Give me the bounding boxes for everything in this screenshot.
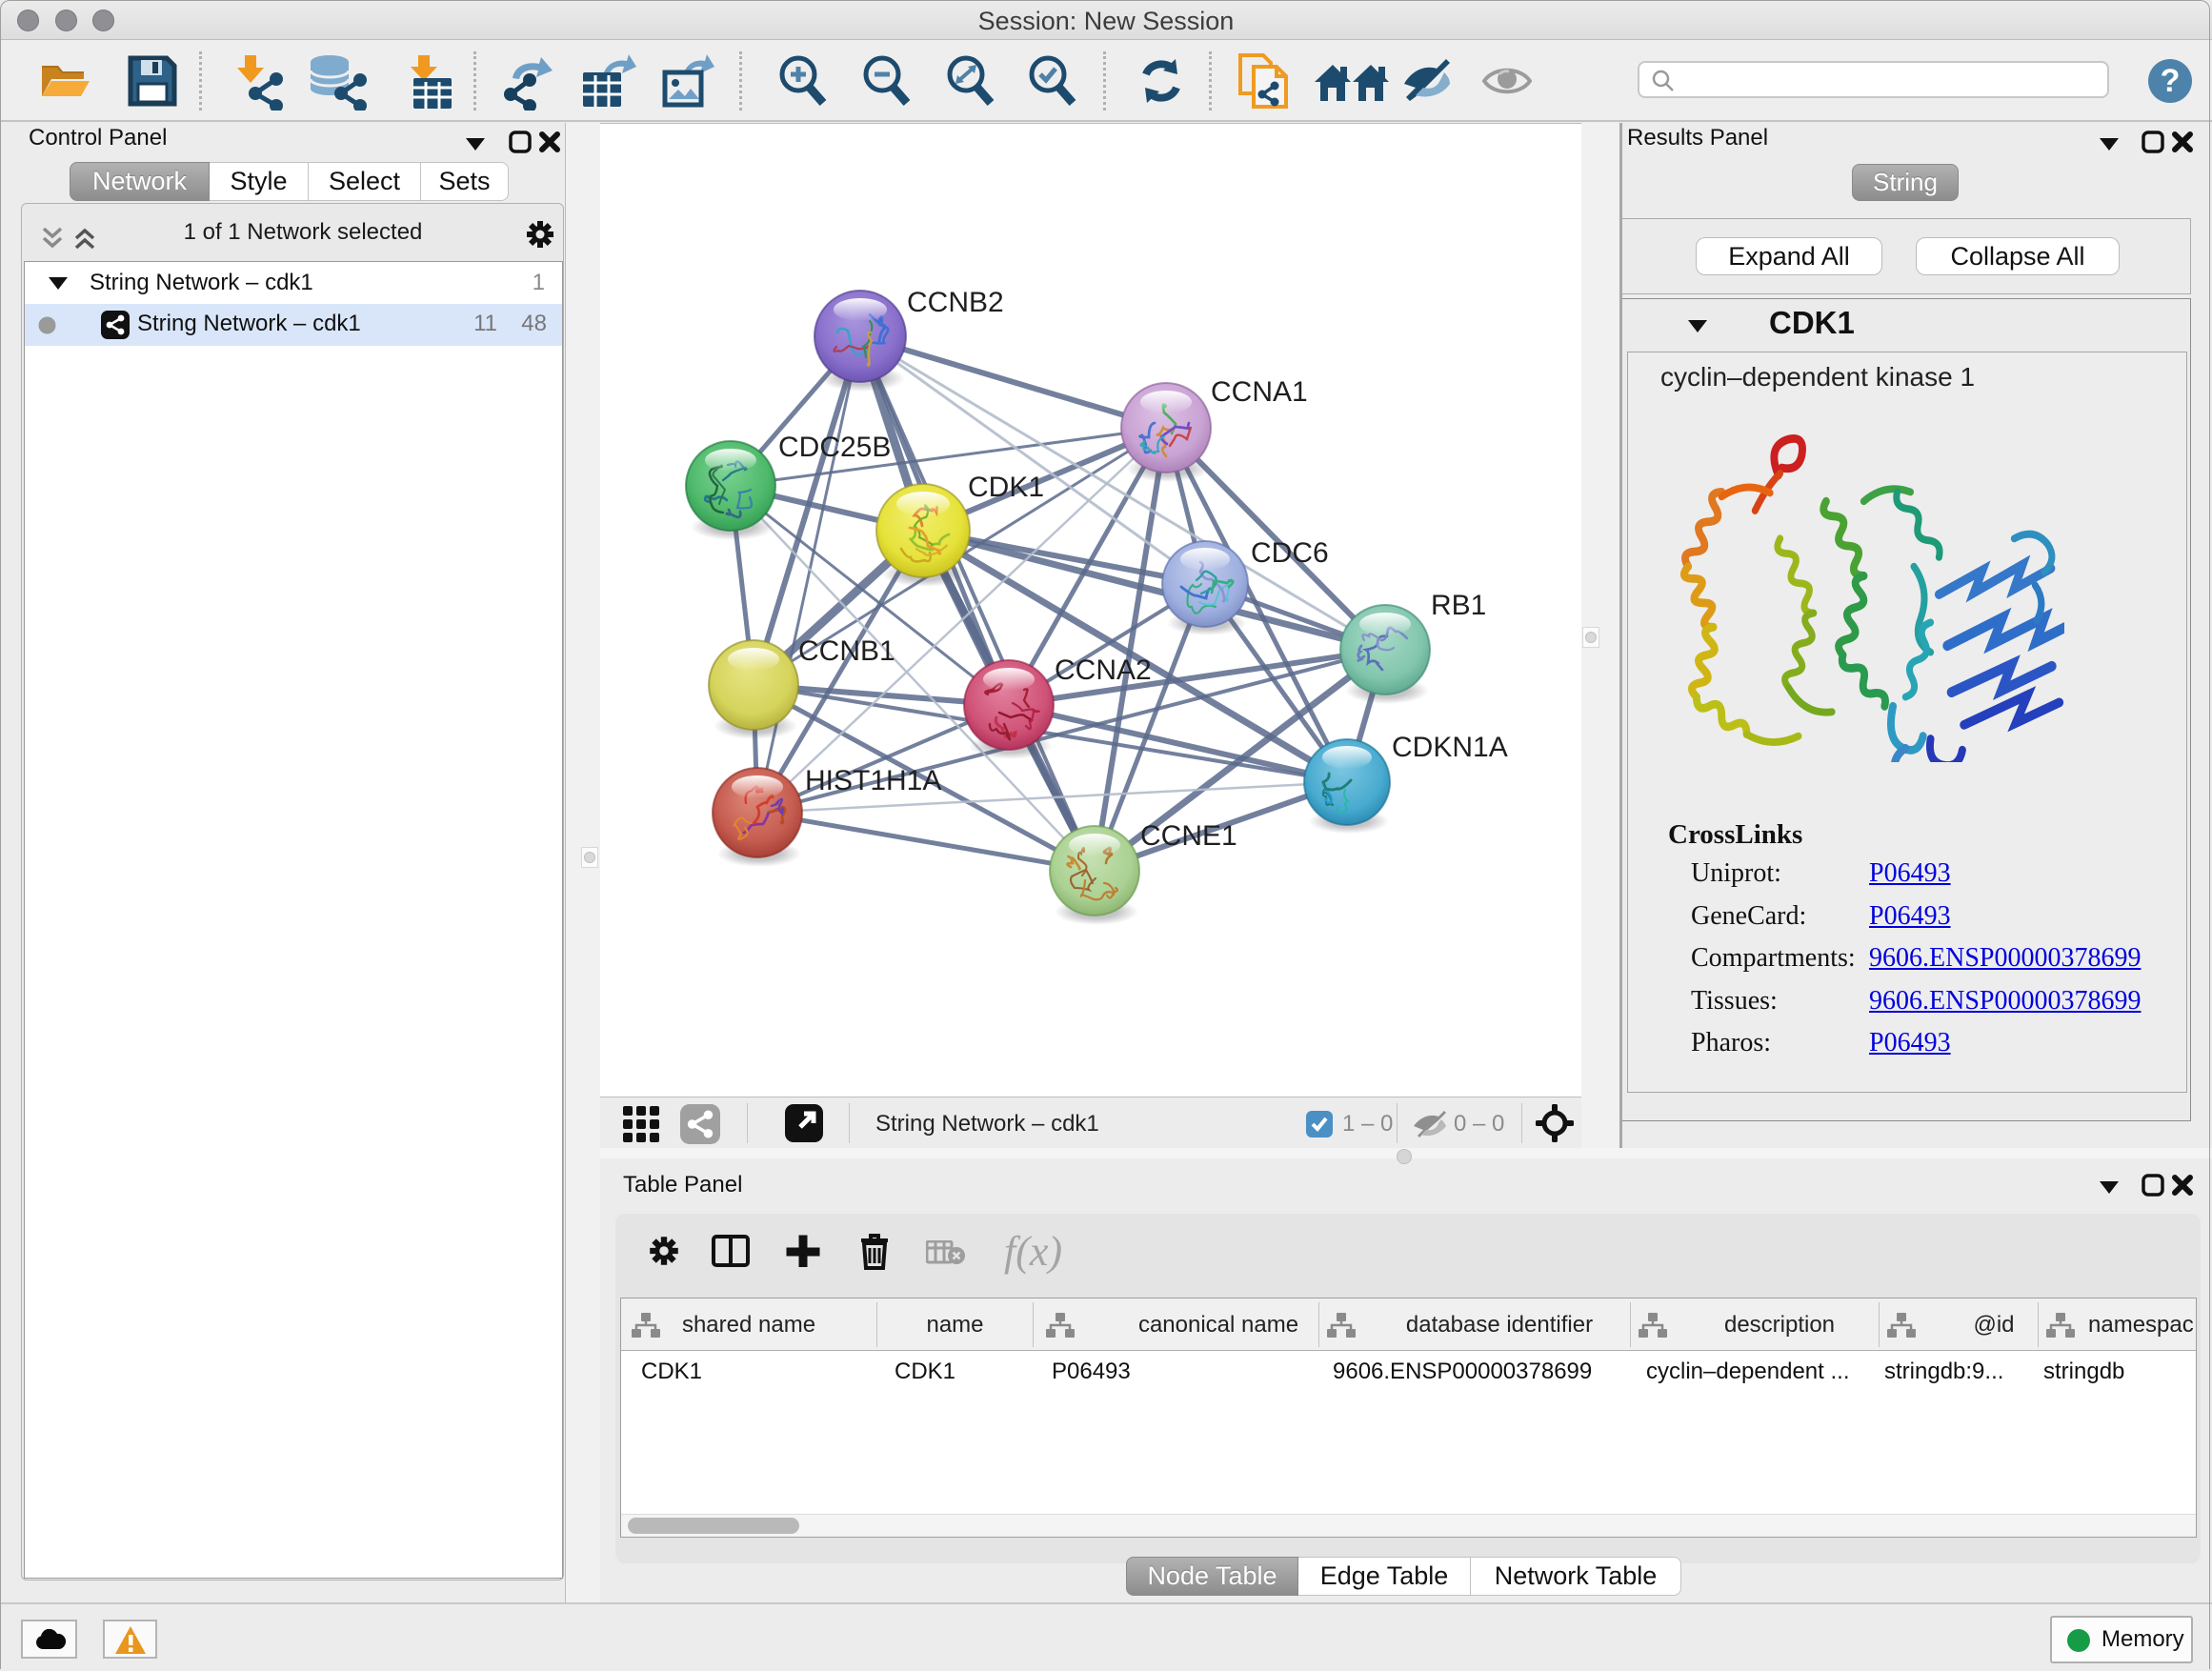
svg-text:CCNA2: CCNA2 (1055, 654, 1152, 686)
svg-text:RB1: RB1 (1431, 590, 1486, 621)
svg-text:CDKN1A: CDKN1A (1392, 732, 1508, 763)
svg-text:CDK1: CDK1 (968, 472, 1044, 503)
svg-text:CCNA1: CCNA1 (1211, 376, 1308, 408)
svg-text:CCNB1: CCNB1 (798, 635, 895, 667)
svg-text:CCNB2: CCNB2 (907, 287, 1004, 318)
svg-text:CCNE1: CCNE1 (1140, 820, 1237, 852)
svg-text:HIST1H1A: HIST1H1A (805, 765, 941, 796)
svg-text:CDC6: CDC6 (1251, 537, 1329, 569)
svg-text:CDC25B: CDC25B (778, 432, 891, 463)
